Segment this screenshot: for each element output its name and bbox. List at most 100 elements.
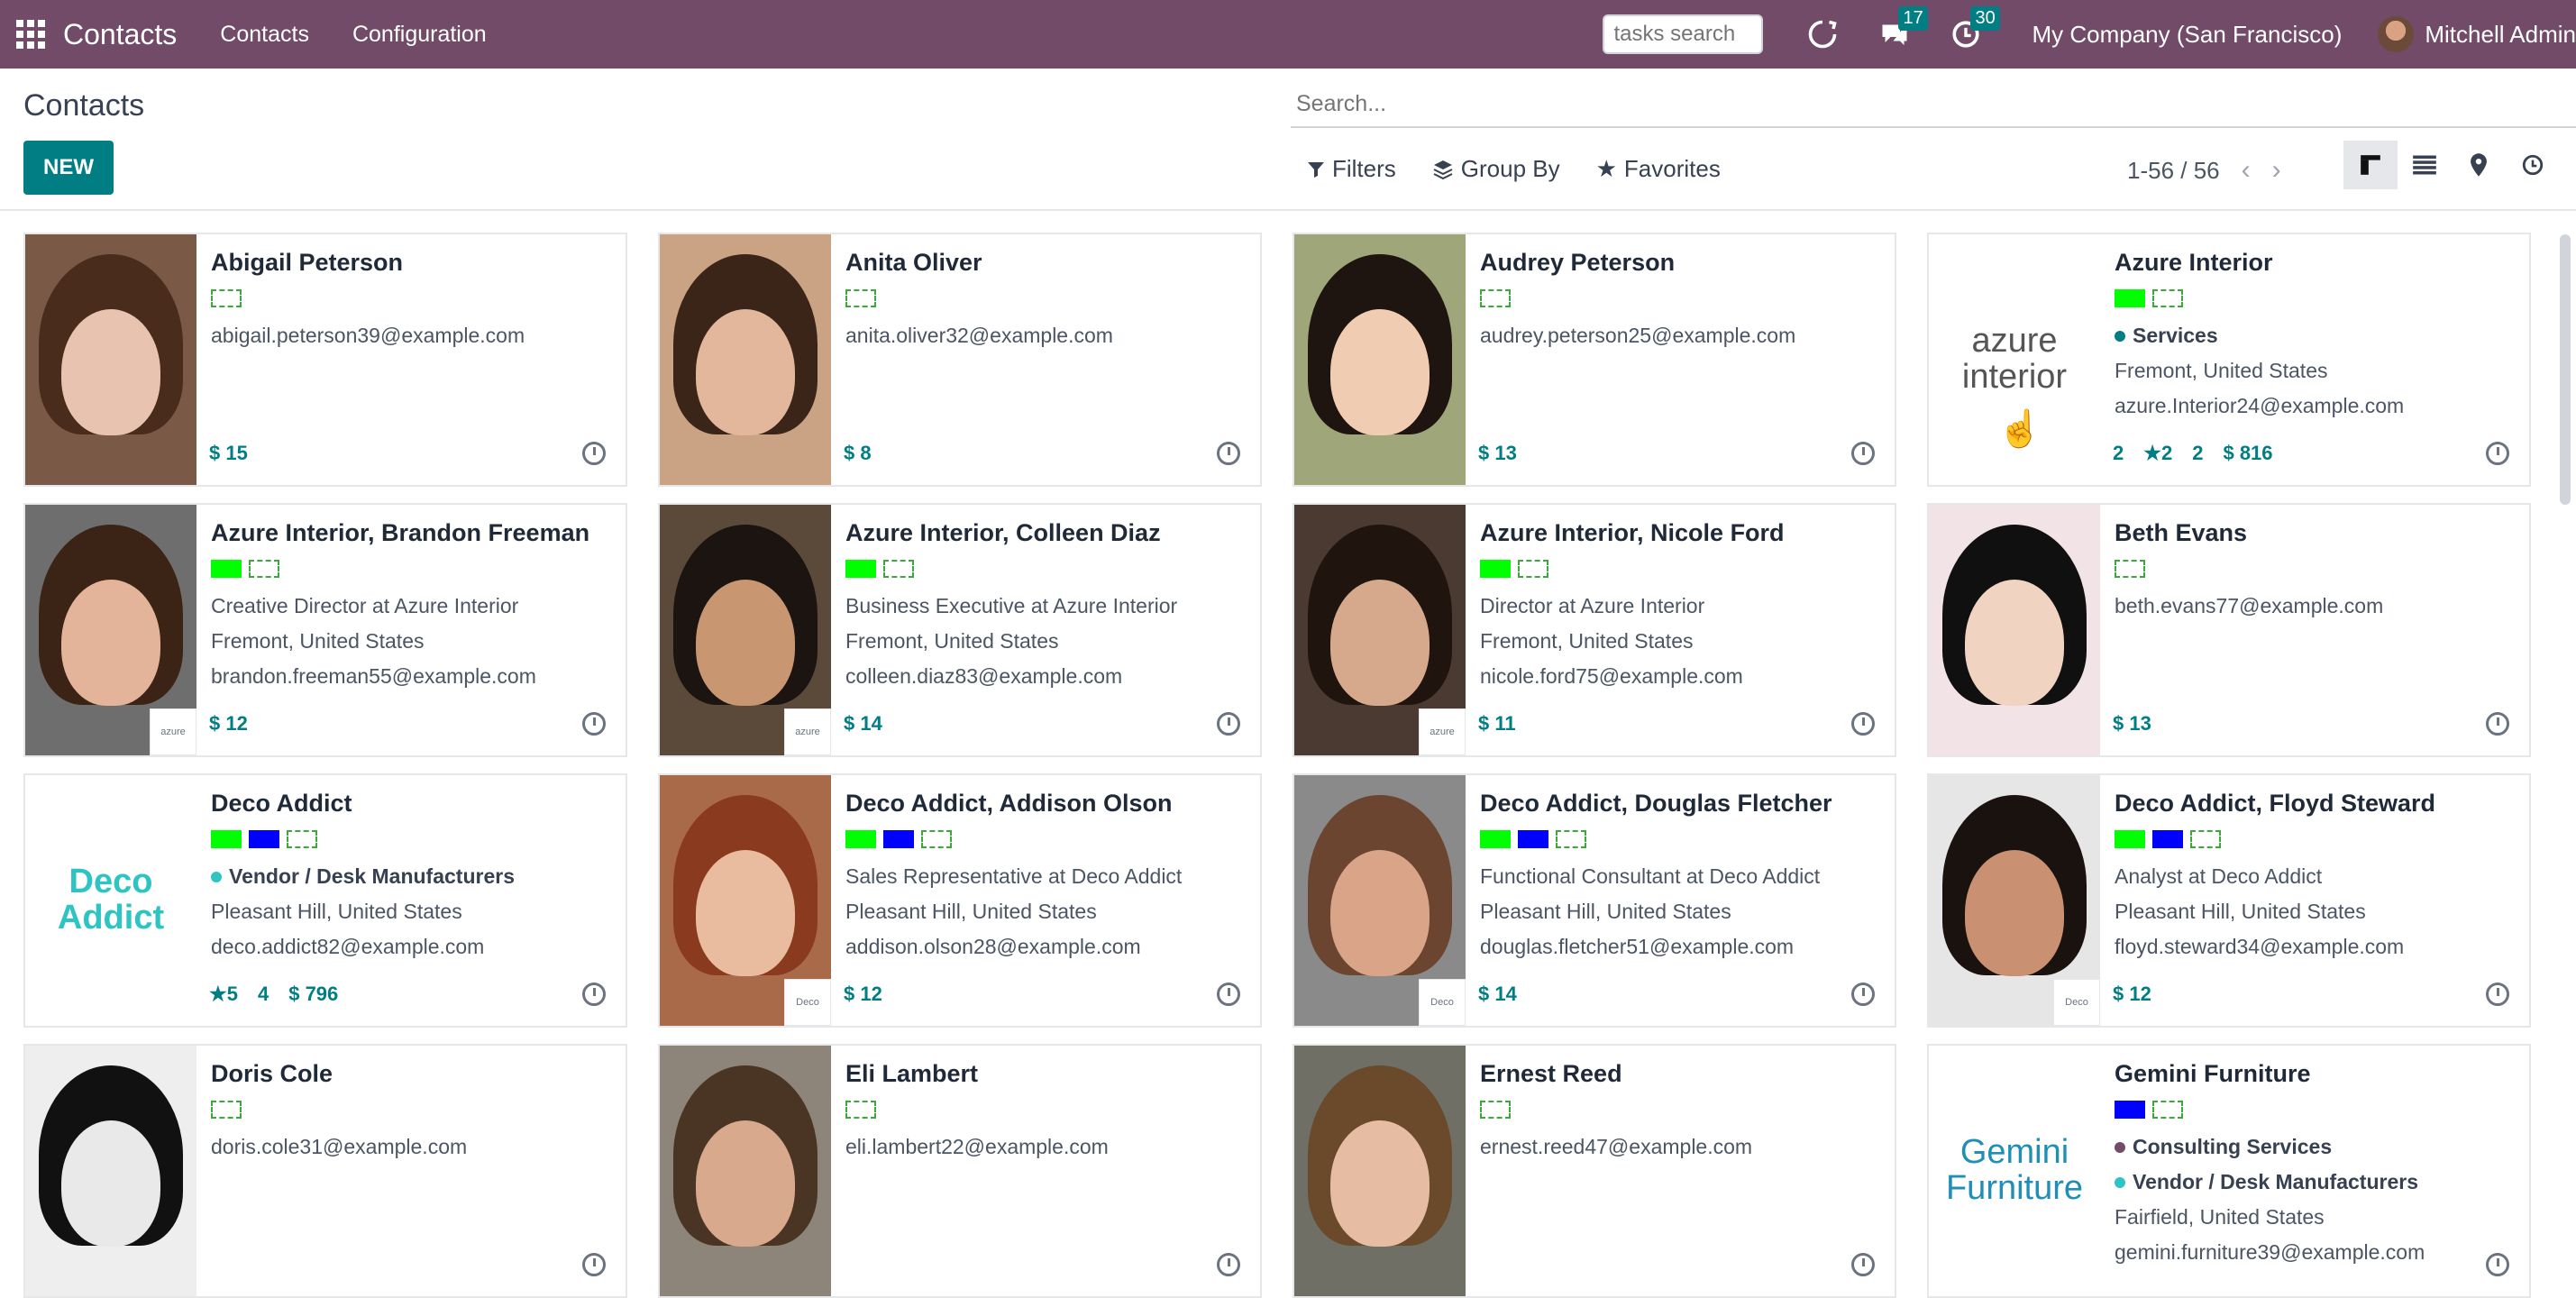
contact-card[interactable]: Gemini Furniture Gemini Furniture Consulti… — [1927, 1044, 2531, 1298]
activity-clock-icon[interactable] — [582, 442, 606, 465]
new-button[interactable]: NEW — [23, 141, 114, 195]
contact-card[interactable]: Deco Deco Addict, Addison Olson Sales Repr… — [658, 773, 1262, 1028]
app-title[interactable]: Contacts — [63, 18, 177, 51]
contact-name: Abigail Peterson — [211, 249, 404, 276]
contact-card[interactable]: azure Azure Interior, Nicole Ford Director… — [1293, 503, 1896, 757]
category-label: Consulting Services — [2115, 1135, 2515, 1159]
contact-card[interactable]: azure Azure Interior, Colleen Diaz Busines… — [658, 503, 1262, 757]
stat-badge[interactable]: $ 14 — [1478, 983, 1517, 1006]
activity-clock-icon[interactable] — [582, 983, 606, 1006]
stat-badge[interactable]: $ 11 — [1478, 712, 1516, 736]
activity-clock-icon[interactable] — [2486, 1253, 2509, 1276]
activities-icon[interactable]: 30 — [1950, 6, 2000, 50]
activity-clock-icon[interactable] — [2486, 983, 2509, 1006]
activity-clock-icon[interactable] — [2486, 442, 2509, 465]
stat-badge[interactable]: $ 13 — [2113, 712, 2151, 736]
activity-clock-icon[interactable] — [1217, 1253, 1240, 1276]
contact-card[interactable]: Ernest Reed ernest.reed47@example.com — [1293, 1044, 1896, 1298]
photo-face — [1330, 309, 1430, 436]
contact-photo — [1294, 1046, 1466, 1296]
card-body: Deco Addict, Addison Olson Sales Represen… — [831, 775, 1260, 1026]
tag-list — [2115, 1101, 2515, 1119]
stat-badge[interactable]: $ 12 — [209, 712, 248, 736]
list-view-icon[interactable] — [2398, 141, 2452, 189]
stat-badge[interactable]: $ 8 — [844, 442, 872, 465]
activity-clock-icon[interactable] — [2486, 712, 2509, 736]
contact-card[interactable]: Audrey Peterson audrey.peterson25@example… — [1293, 233, 1896, 487]
kanban-view-icon[interactable] — [2343, 141, 2398, 189]
tag-list — [211, 289, 611, 307]
stat-badge[interactable]: $ 15 — [209, 442, 248, 465]
parent-company-logo: azure — [1419, 708, 1466, 755]
activity-clock-icon[interactable] — [1851, 712, 1875, 736]
scrollbar[interactable] — [2560, 234, 2571, 505]
apps-menu-icon[interactable] — [16, 20, 45, 49]
tasks-search-input[interactable] — [1603, 14, 1764, 54]
stat-badge[interactable]: $ 816 — [2223, 442, 2272, 465]
favorites-button[interactable]: ★ Favorites — [1596, 155, 1721, 183]
activity-clock-icon[interactable] — [1217, 712, 1240, 736]
user-name: Mitchell Admin — [2425, 20, 2576, 48]
contact-detail-line: Analyst at Deco Addict — [2115, 864, 2323, 888]
contact-name: Azure Interior, Nicole Ford — [1480, 519, 1785, 546]
stat-badge[interactable]: ★2 — [2143, 442, 2172, 465]
tag-green — [2115, 289, 2145, 307]
contact-name: Azure Interior, Brandon Freeman — [211, 519, 590, 546]
stat-badge[interactable]: $ 796 — [288, 983, 338, 1006]
map-view-icon[interactable] — [2452, 141, 2506, 189]
activity-clock-icon[interactable] — [1851, 1253, 1875, 1276]
stat-badge[interactable]: 2 — [2113, 442, 2124, 465]
company-switcher[interactable]: My Company (San Francisco) — [2032, 21, 2342, 49]
tag-empty — [1518, 560, 1548, 578]
activity-clock-icon[interactable] — [582, 712, 606, 736]
contact-photo: azure — [25, 505, 196, 755]
stat-badge[interactable]: 4 — [258, 983, 269, 1006]
contact-card[interactable]: Anita Oliver anita.oliver32@example.com $ … — [658, 233, 1262, 487]
refresh-icon[interactable] — [1806, 18, 1839, 50]
activity-clock-icon[interactable] — [1217, 442, 1240, 465]
activity-clock-icon[interactable] — [1217, 983, 1240, 1006]
tag-empty — [2115, 560, 2145, 578]
stat-badge[interactable]: 2 — [2192, 442, 2203, 465]
contact-photo: Deco — [1929, 775, 2100, 1026]
stat-badge[interactable]: ★5 — [209, 983, 238, 1006]
contact-card[interactable]: Deco Addict Deco Addict Vendor / Desk Manu… — [23, 773, 627, 1028]
stat-badge[interactable]: $ 12 — [844, 983, 882, 1006]
contact-card[interactable]: Deco Deco Addict, Douglas Fletcher Functio… — [1293, 773, 1896, 1028]
contact-card[interactable]: Deco Deco Addict, Floyd Steward Analyst at… — [1927, 773, 2531, 1028]
contact-card[interactable]: Eli Lambert eli.lambert22@example.com — [658, 1044, 1262, 1298]
contact-card[interactable]: Doris Cole doris.cole31@example.com — [23, 1044, 627, 1298]
chevron-right-icon[interactable]: › — [2272, 155, 2281, 186]
contact-card[interactable]: Abigail Peterson abigail.peterson39@examp… — [23, 233, 627, 487]
contact-name: Azure Interior, Colleen Diaz — [845, 519, 1161, 546]
filters-button[interactable]: Filters — [1307, 155, 1396, 183]
parent-company-logo: Deco — [784, 979, 831, 1026]
activity-clock-icon[interactable] — [1851, 442, 1875, 465]
search-input[interactable] — [1291, 90, 2535, 117]
activity-clock-icon[interactable] — [1851, 983, 1875, 1006]
chevron-left-icon[interactable]: ‹ — [2242, 155, 2251, 186]
company-logo-text: azure interior — [1961, 322, 2068, 396]
tag-blue — [883, 830, 914, 848]
activity-clock-icon[interactable] — [582, 1253, 606, 1276]
user-menu[interactable]: Mitchell Admin — [2378, 16, 2576, 52]
tag-list — [1480, 289, 1880, 307]
contact-photo — [25, 234, 196, 485]
contact-name: Gemini Furniture — [2115, 1060, 2311, 1087]
tag-list — [211, 1101, 611, 1119]
contact-detail-line: Fremont, United States — [1480, 629, 1694, 653]
contact-detail-line: Pleasant Hill, United States — [2115, 900, 2366, 923]
pager-value[interactable]: 1-56 / 56 — [2127, 157, 2220, 185]
messages-icon[interactable]: 17 — [1878, 6, 1928, 50]
stat-badge[interactable]: $ 13 — [1478, 442, 1517, 465]
card-footer: $ 14 — [1478, 983, 1517, 1006]
contact-card[interactable]: Beth Evans beth.evans77@example.com $ 13 — [1927, 503, 2531, 757]
contact-card[interactable]: azure Azure Interior, Brandon Freeman Crea… — [23, 503, 627, 757]
stat-badge[interactable]: $ 14 — [844, 712, 882, 736]
stat-badge[interactable]: $ 12 — [2113, 983, 2151, 1006]
group-by-button[interactable]: Group By — [1432, 155, 1560, 183]
menu-contacts[interactable]: Contacts — [220, 22, 309, 48]
activity-view-icon[interactable] — [2506, 141, 2560, 189]
menu-configuration[interactable]: Configuration — [352, 22, 487, 48]
photo-face — [61, 1120, 160, 1248]
